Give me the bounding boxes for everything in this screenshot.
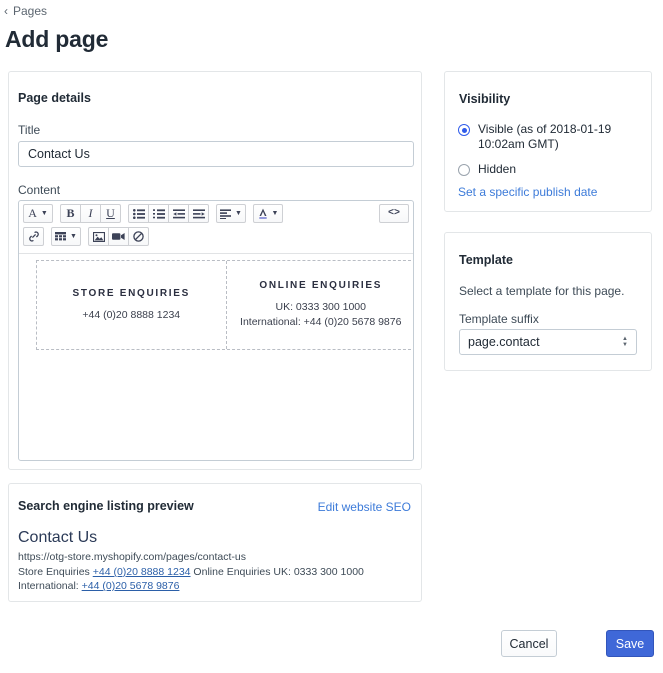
indent-button[interactable]: [188, 204, 209, 223]
content-table: STORE ENQUIRIES +44 (0)20 8888 1234 ONLI…: [36, 260, 413, 350]
table-cell-store-enquiries: STORE ENQUIRIES +44 (0)20 8888 1234: [37, 261, 227, 349]
italic-button[interactable]: I: [80, 204, 101, 223]
visibility-option-visible[interactable]: Visible (as of 2018-01-19 10:02am GMT): [458, 122, 643, 152]
radio-visible-icon[interactable]: [458, 124, 470, 136]
insert-table-dropdown[interactable]: ▼: [51, 227, 81, 246]
page-details-title: Page details: [18, 91, 91, 105]
breadcrumb[interactable]: ‹ Pages: [4, 4, 47, 18]
content-label: Content: [18, 183, 61, 197]
template-description: Select a template for this page.: [459, 284, 625, 298]
insert-video-button[interactable]: [108, 227, 129, 246]
seo-desc-part: Store Enquiries: [18, 566, 93, 578]
visibility-card-title: Visibility: [459, 92, 511, 106]
template-suffix-label: Template suffix: [459, 312, 539, 326]
seo-desc-phone-link-1[interactable]: +44 (0)20 8888 1234: [93, 566, 191, 578]
media-group: [88, 227, 149, 246]
visibility-card: Visibility Visible (as of 2018-01-19 10:…: [444, 71, 652, 212]
cancel-button[interactable]: Cancel: [501, 630, 557, 657]
editor-toolbar-row-1: A ▼ B I U ▼ ▼ <>: [19, 201, 413, 223]
page-details-card: Page details Title Content A ▼ B: [8, 71, 422, 470]
bulleted-list-button[interactable]: [128, 204, 149, 223]
visibility-visible-label: Visible (as of 2018-01-19 10:02am GMT): [478, 122, 612, 151]
seo-desc-phone-link-2[interactable]: +44 (0)20 5678 9876: [82, 580, 180, 592]
chevron-down-icon: ▼: [271, 210, 279, 217]
online-enquiries-international: International: +44 (0)20 5678 9876: [240, 316, 402, 328]
table-cell-online-enquiries: ONLINE ENQUIRIES UK: 0333 300 1000 Inter…: [227, 261, 414, 349]
template-suffix-value: page.contact: [468, 335, 540, 349]
page-title: Add page: [5, 26, 109, 52]
editor-content-area[interactable]: STORE ENQUIRIES +44 (0)20 8888 1234 ONLI…: [19, 253, 413, 410]
outdent-button[interactable]: [168, 204, 189, 223]
seo-result-description: Store Enquiries +44 (0)20 8888 1234 Onli…: [18, 565, 413, 593]
align-dropdown[interactable]: ▼: [216, 204, 246, 223]
edit-website-seo-link[interactable]: Edit website SEO: [318, 500, 411, 514]
font-style-dropdown[interactable]: A ▼: [23, 204, 53, 223]
seo-card-title: Search engine listing preview: [18, 499, 194, 513]
editor-toolbar-row-2: ▼: [19, 223, 413, 246]
chevron-down-icon: ▼: [70, 233, 77, 240]
seo-result-heading: Contact Us: [18, 529, 98, 546]
template-card-title: Template: [459, 253, 513, 267]
template-suffix-select[interactable]: page.contact ▲ ▼: [459, 329, 637, 355]
chevron-left-icon: ‹: [4, 4, 8, 18]
link-group: [23, 227, 44, 246]
online-enquiries-heading: ONLINE ENQUIRIES: [259, 280, 383, 291]
chevron-down-icon: ▼: [40, 210, 48, 217]
text-color-dropdown[interactable]: ▼: [253, 204, 283, 223]
underline-button[interactable]: U: [100, 204, 121, 223]
template-card: Template Select a template for this page…: [444, 232, 652, 371]
edit-html-button[interactable]: <>: [379, 204, 409, 223]
radio-hidden-icon[interactable]: [458, 164, 470, 176]
online-enquiries-uk: UK: 0333 300 1000: [275, 301, 367, 313]
align-group: ▼: [216, 204, 246, 223]
content-editor: A ▼ B I U ▼ ▼ <> ▼ STORE ENQUIRIES +44 (…: [18, 200, 414, 461]
insert-link-button[interactable]: [23, 227, 44, 246]
store-enquiries-heading: STORE ENQUIRIES: [72, 287, 191, 299]
html-group: <>: [379, 204, 409, 223]
seo-result-url: https://otg-store.myshopify.com/pages/co…: [18, 551, 246, 563]
clear-formatting-button[interactable]: [128, 227, 149, 246]
insert-image-button[interactable]: [88, 227, 109, 246]
text-color-group: ▼: [253, 204, 283, 223]
list-indent-group: [128, 204, 209, 223]
save-button[interactable]: Save: [606, 630, 654, 657]
add-page-screen: ‹ Pages Add page Page details Title Cont…: [0, 0, 663, 673]
seo-preview-card: Search engine listing preview Edit websi…: [8, 483, 422, 602]
text-style-group: A ▼: [23, 204, 53, 223]
select-updown-icon: ▲ ▼: [622, 335, 628, 348]
visibility-hidden-label: Hidden: [478, 162, 517, 176]
set-publish-date-link[interactable]: Set a specific publish date: [458, 185, 597, 199]
visibility-option-hidden[interactable]: Hidden: [458, 162, 516, 177]
chevron-down-icon: ▼: [235, 210, 242, 217]
bold-button[interactable]: B: [60, 204, 81, 223]
table-group: ▼: [51, 227, 81, 246]
title-label: Title: [18, 123, 41, 137]
text-format-group: B I U: [60, 204, 121, 223]
title-input[interactable]: [18, 141, 414, 167]
store-enquiries-phone: +44 (0)20 8888 1234: [82, 308, 181, 321]
numbered-list-button[interactable]: [148, 204, 169, 223]
breadcrumb-label: Pages: [13, 4, 48, 18]
